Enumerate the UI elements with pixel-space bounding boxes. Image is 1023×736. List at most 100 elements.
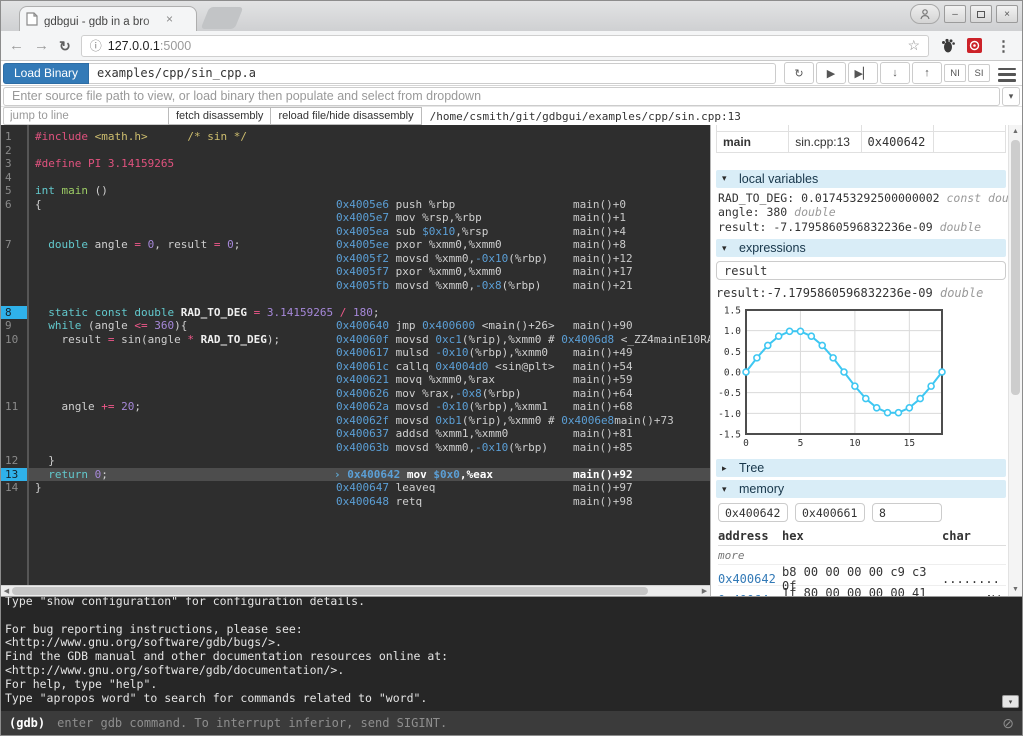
scroll-down-icon[interactable]: ▼ — [1009, 583, 1022, 596]
scrollbar-thumb[interactable] — [1011, 140, 1020, 395]
memory-bytes-per-line-input[interactable] — [872, 503, 942, 522]
page-info-icon[interactable]: ⓘ — [90, 37, 102, 54]
chevron-down-icon: ▾ — [722, 173, 731, 184]
line-number-gutter[interactable]: 3 — [1, 157, 29, 171]
scrollbar-thumb[interactable] — [12, 587, 648, 595]
line-number-gutter[interactable] — [1, 495, 29, 509]
line-number-gutter[interactable] — [1, 211, 29, 225]
frame-address-link[interactable]: 0x400642 — [861, 131, 933, 152]
memory-end-address-input[interactable] — [795, 503, 865, 522]
gnome-extension-icon[interactable] — [939, 37, 956, 54]
line-number-gutter[interactable]: 4 — [1, 171, 29, 185]
line-number-gutter[interactable]: 11 — [1, 400, 29, 414]
window-close-button[interactable]: × — [996, 5, 1018, 23]
local-variables-header[interactable]: ▾ local variables — [716, 170, 1006, 188]
expression-input[interactable] — [716, 261, 1006, 280]
horizontal-scrollbar[interactable]: ◀ ▶ — [1, 585, 710, 596]
right-panel-scrollbar[interactable]: ▲ ▼ — [1008, 125, 1022, 596]
scroll-left-icon[interactable]: ◀ — [1, 586, 12, 596]
tab-close-icon[interactable]: × — [166, 12, 173, 26]
line-number-gutter[interactable] — [1, 252, 29, 266]
scroll-up-icon[interactable]: ▲ — [1009, 125, 1022, 138]
source-line: static const double RAD_TO_DEG = 3.14159… — [29, 306, 336, 320]
line-number-gutter[interactable] — [1, 360, 29, 374]
source-file-input[interactable] — [3, 87, 1000, 106]
expressions-header[interactable]: ▾ expressions — [716, 239, 1006, 257]
line-number-gutter[interactable] — [1, 414, 29, 428]
line-number-gutter[interactable]: 7 — [1, 238, 29, 252]
instruction-address: 0x400626 — [336, 387, 396, 400]
line-number-gutter[interactable]: 12 — [1, 454, 29, 468]
line-number-gutter[interactable]: 5 — [1, 184, 29, 198]
instruction-offset: main()+54 — [573, 360, 633, 374]
disassembly-cell — [336, 454, 573, 468]
line-number-gutter[interactable]: 13 — [1, 468, 29, 482]
line-number-gutter[interactable]: 14 — [1, 481, 29, 495]
gdb-prompt-row[interactable]: (gdb) enter gdb command. To interrupt in… — [1, 711, 1022, 735]
source-line — [29, 265, 336, 279]
line-number-gutter[interactable]: 10 — [1, 333, 29, 347]
fetch-disassembly-button[interactable]: fetch disassembly — [168, 107, 271, 125]
memory-more-link[interactable]: more — [718, 546, 1006, 565]
bookmark-star-icon[interactable]: ☆ — [907, 37, 920, 54]
restart-button[interactable]: ↻ — [784, 62, 814, 84]
return-button[interactable]: ↑ — [912, 62, 942, 84]
instruction-offset: main()+21 — [573, 279, 633, 293]
new-tab-button[interactable] — [201, 7, 244, 29]
forward-button[interactable]: → — [34, 38, 49, 53]
line-number-gutter[interactable] — [1, 387, 29, 401]
step-button[interactable]: ↓ — [880, 62, 910, 84]
reload-file-button[interactable]: reload file/hide disassembly — [270, 107, 421, 125]
url-bar[interactable]: ⓘ 127.0.0.1 :5000 ☆ — [81, 35, 929, 57]
line-number-gutter[interactable] — [1, 292, 29, 306]
console-scroll-down-button[interactable]: ▾ — [1002, 695, 1019, 708]
current-instruction-icon: › — [334, 468, 347, 481]
chrome-menu-icon[interactable]: ⋮ — [993, 37, 1014, 55]
next-button[interactable]: ▶▏ — [848, 62, 878, 84]
minimize-button[interactable]: – — [944, 5, 966, 23]
next-instruction-button[interactable]: NI — [944, 64, 966, 82]
disassembly-cell: 0x40062a movsd -0x10(%rbp),%xmm1 — [336, 400, 573, 414]
line-number-gutter[interactable]: 6 — [1, 198, 29, 212]
line-number-gutter[interactable] — [1, 441, 29, 455]
jump-to-line-input[interactable] — [3, 107, 169, 125]
scroll-right-icon[interactable]: ▶ — [699, 586, 710, 596]
reload-button[interactable]: ↻ — [59, 39, 71, 53]
memory-header[interactable]: ▾ memory — [716, 480, 1006, 498]
code-row: 3#define PI 3.14159265 — [1, 157, 710, 171]
instruction-address: 0x4005f2 — [336, 252, 396, 265]
memory-start-address-input[interactable] — [718, 503, 788, 522]
browser-tab[interactable]: gdbgui - gdb in a bro × — [19, 6, 197, 31]
console-line: Type "apropos word" to search for comman… — [5, 692, 1018, 706]
disassembly-cell — [336, 184, 573, 198]
step-instruction-button[interactable]: SI — [968, 64, 990, 82]
source-dropdown-button[interactable]: ▾ — [1002, 87, 1020, 106]
tree-header[interactable]: ▸ Tree — [716, 459, 1006, 477]
line-number-gutter[interactable]: 1 — [1, 130, 29, 144]
instruction-address: 0x40062a — [336, 400, 396, 413]
line-number-gutter[interactable] — [1, 265, 29, 279]
red-extension-icon[interactable] — [966, 37, 983, 54]
gdb-command-hint[interactable]: enter gdb command. To interrupt inferior… — [57, 716, 447, 730]
frame-row[interactable]: main sin.cpp:13 0x400642 — [717, 131, 1006, 152]
continue-button[interactable]: ▶ — [816, 62, 846, 84]
line-number-gutter[interactable] — [1, 346, 29, 360]
line-number-gutter[interactable]: 2 — [1, 144, 29, 158]
line-number-gutter[interactable]: 8 — [1, 306, 29, 320]
binary-path-input[interactable] — [89, 63, 776, 84]
load-binary-button[interactable]: Load Binary — [3, 63, 89, 84]
settings-menu-icon[interactable] — [998, 68, 1016, 82]
disassembly-cell — [336, 292, 573, 306]
source-line — [29, 414, 336, 428]
memory-address-link[interactable]: 0x400642 — [718, 572, 782, 586]
console-line: <http://www.gnu.org/software/gdb/bugs/>. — [5, 636, 1018, 650]
line-number-gutter[interactable] — [1, 279, 29, 293]
instruction-offset: main()+97 — [573, 481, 633, 495]
line-number-gutter[interactable] — [1, 225, 29, 239]
line-number-gutter[interactable] — [1, 373, 29, 387]
profile-avatar-button[interactable] — [910, 4, 940, 24]
line-number-gutter[interactable]: 9 — [1, 319, 29, 333]
back-button[interactable]: ← — [9, 38, 24, 53]
maximize-button[interactable] — [970, 5, 992, 23]
line-number-gutter[interactable] — [1, 427, 29, 441]
